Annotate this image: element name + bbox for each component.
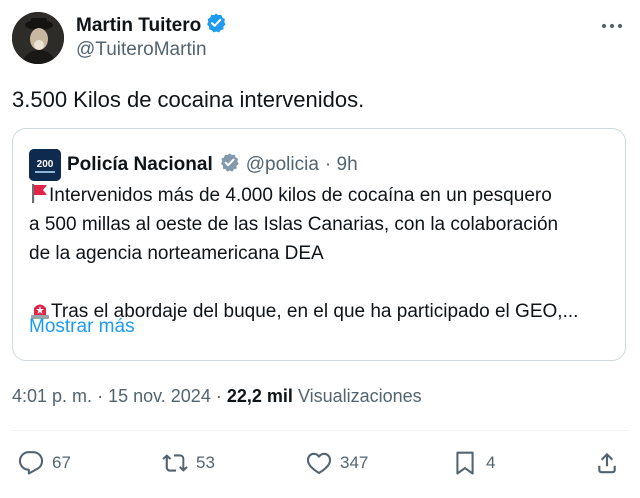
author-name[interactable]: Martin Tuitero xyxy=(76,14,201,38)
quoted-tweet-card[interactable]: 200 Policía Nacional @policia · 9h Inter… xyxy=(12,128,626,361)
views-label: Visualizaciones xyxy=(297,386,422,406)
share-icon xyxy=(598,452,616,474)
quoted-author-handle: @policia xyxy=(245,154,319,175)
meta-separator: · xyxy=(97,386,104,406)
repost-icon xyxy=(162,454,188,472)
quoted-tweet-header: 200 Policía Nacional @policia · 9h xyxy=(29,149,358,181)
repost-count: 53 xyxy=(196,453,215,472)
author-avatar[interactable] xyxy=(12,12,64,64)
bookmark-icon xyxy=(456,451,474,475)
verified-gray-badge-icon xyxy=(219,152,240,178)
author-handle[interactable]: @TuiteroMartin xyxy=(76,38,207,62)
tweet-text: 3.500 Kilos de cocaina intervenidos. xyxy=(12,87,365,112)
quoted-tweet-text: Intervenidos más de 4.000 kilos de cocaí… xyxy=(29,181,619,326)
views-count: 22,2 mil xyxy=(226,386,293,406)
like-button[interactable]: 347 xyxy=(306,446,368,480)
bookmark-button[interactable]: 4 xyxy=(452,446,495,480)
share-button[interactable] xyxy=(594,446,620,480)
like-icon xyxy=(306,452,332,474)
divider xyxy=(12,430,628,431)
quoted-line-1: Intervenidos más de 4.000 kilos de cocaí… xyxy=(29,181,619,210)
policia-nacional-logo[interactable]: 200 xyxy=(29,149,61,181)
action-bar: 67 53 347 4 xyxy=(0,446,640,480)
quoted-line-3: de la agencia norteamericana DEA xyxy=(29,243,324,264)
author-name-row[interactable]: Martin Tuitero xyxy=(76,12,227,39)
avatar-image xyxy=(12,12,64,64)
repost-button[interactable]: 53 xyxy=(162,446,215,480)
logo-text: 200 xyxy=(37,159,54,170)
quoted-author-name[interactable]: Policía Nacional xyxy=(67,154,213,176)
more-options-button[interactable] xyxy=(598,14,626,38)
quoted-time: · 9h xyxy=(324,154,358,175)
show-more-link[interactable]: Mostrar más xyxy=(29,313,135,341)
bookmark-count: 4 xyxy=(486,453,496,472)
more-horizontal-icon xyxy=(601,23,623,29)
quoted-line-2: a 500 millas al oeste de las Islas Canar… xyxy=(29,214,559,235)
reply-button[interactable]: 67 xyxy=(18,446,71,480)
tweet-date[interactable]: 15 nov. 2024 xyxy=(108,386,211,406)
tweet-meta: 4:01 p. m. · 15 nov. 2024 · 22,2 mil Vis… xyxy=(12,383,422,409)
reply-icon xyxy=(18,451,44,475)
tweet-time[interactable]: 4:01 p. m. xyxy=(12,386,92,406)
meta-separator: · xyxy=(215,386,222,406)
reply-count: 67 xyxy=(52,453,71,472)
like-count: 347 xyxy=(340,453,369,472)
verified-badge-icon xyxy=(205,12,227,39)
red-flag-icon xyxy=(32,184,47,203)
